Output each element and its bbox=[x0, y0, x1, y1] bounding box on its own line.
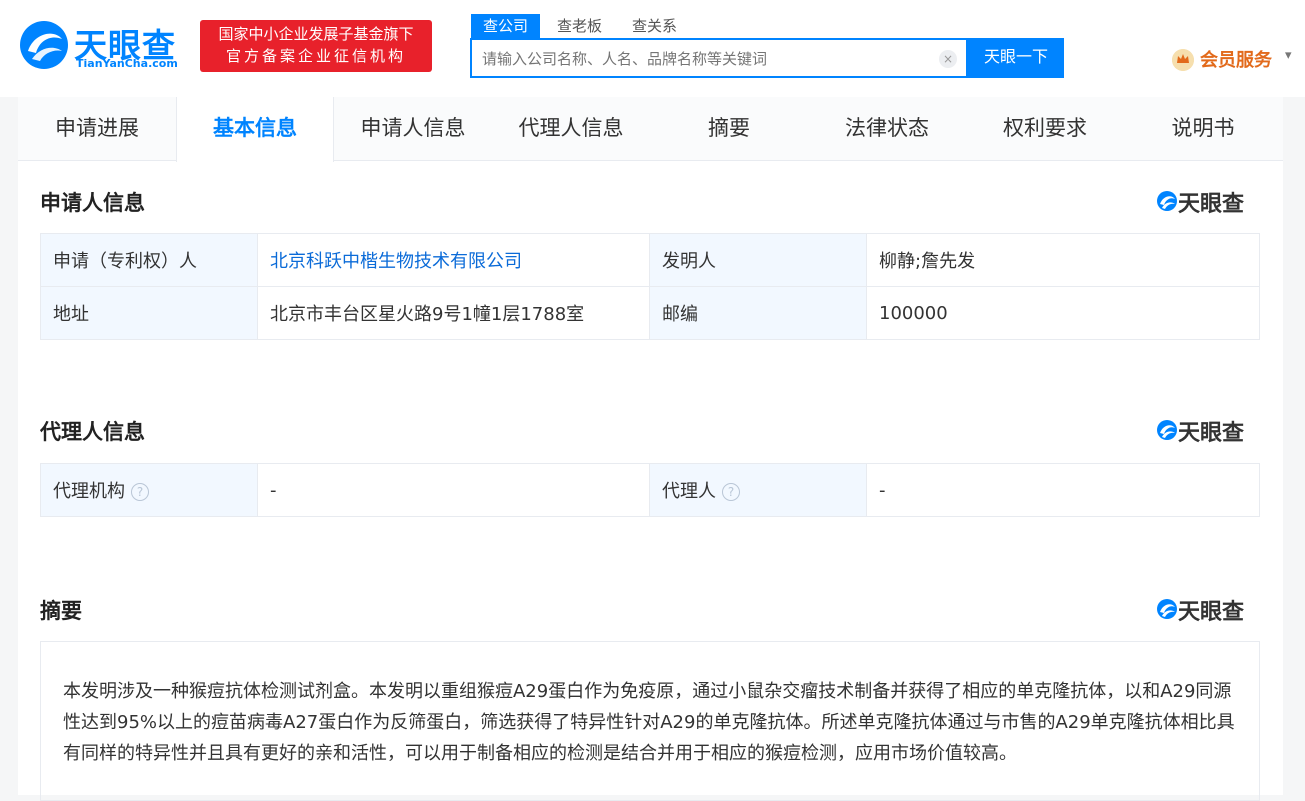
tab-application-progress[interactable]: 申请进展 bbox=[18, 97, 176, 161]
patent-detail-card: 申请进展 基本信息 申请人信息 代理人信息 摘要 法律状态 权利要求 说明书 申… bbox=[18, 97, 1283, 801]
postcode-label: 邮编 bbox=[649, 286, 867, 340]
tab-applicant-info[interactable]: 申请人信息 bbox=[334, 97, 492, 161]
search-box: × bbox=[470, 38, 968, 78]
help-icon[interactable]: ? bbox=[131, 483, 149, 501]
tianyancha-logo-icon bbox=[20, 21, 68, 69]
search-tab-relation[interactable]: 查关系 bbox=[632, 14, 677, 38]
member-service-label: 会员服务 bbox=[1200, 50, 1272, 71]
table-row: 代理机构? - 代理人? - bbox=[40, 463, 1260, 517]
search-button[interactable]: 天眼一下 bbox=[968, 38, 1064, 78]
agency-value: - bbox=[257, 463, 650, 517]
watermark-text: 天眼查 bbox=[1178, 192, 1245, 217]
inventor-label: 发明人 bbox=[649, 233, 867, 287]
applicant-table: 申请（专利权）人 北京科跃中楷生物技术有限公司 发明人 柳静;詹先发 地址 北京… bbox=[40, 233, 1260, 340]
watermark-logo: 天眼查 bbox=[1156, 416, 1258, 446]
agent-table: 代理机构? - 代理人? - bbox=[40, 463, 1260, 517]
table-row: 地址 北京市丰台区星火路9号1幢1层1788室 邮编 100000 bbox=[40, 286, 1260, 340]
clear-icon[interactable]: × bbox=[939, 50, 957, 68]
agent-label-text: 代理人 bbox=[662, 481, 716, 502]
tab-legal-status[interactable]: 法律状态 bbox=[808, 97, 966, 161]
search-tab-company[interactable]: 查公司 bbox=[471, 14, 541, 38]
tianyancha-watermark-icon bbox=[1157, 599, 1177, 619]
watermark-text: 天眼查 bbox=[1178, 421, 1245, 446]
applicant-label: 申请（专利权）人 bbox=[40, 233, 258, 287]
postcode-value: 100000 bbox=[866, 286, 1260, 340]
help-icon[interactable]: ? bbox=[722, 483, 740, 501]
logo-domain: TianYanCha.com bbox=[76, 57, 178, 70]
abstract-box: 本发明涉及一种猴痘抗体检测试剂盒。本发明以重组猴痘A29蛋白作为免疫原，通过小鼠… bbox=[40, 641, 1260, 801]
crown-icon bbox=[1172, 49, 1194, 71]
inventor-value: 柳静;詹先发 bbox=[866, 233, 1260, 287]
tianyancha-watermark-icon bbox=[1157, 191, 1177, 211]
tab-description[interactable]: 说明书 bbox=[1124, 97, 1282, 161]
watermark-text: 天眼查 bbox=[1178, 600, 1245, 625]
agency-label: 代理机构? bbox=[40, 463, 258, 517]
top-header: 天眼查 TianYanCha.com 国家中小企业发展子基金旗下 官方备案企业征… bbox=[0, 0, 1305, 97]
agent-section-title: 代理人信息 bbox=[40, 420, 145, 444]
agent-label: 代理人? bbox=[649, 463, 867, 517]
watermark-logo: 天眼查 bbox=[1156, 187, 1258, 217]
agent-value: - bbox=[866, 463, 1260, 517]
official-badge: 国家中小企业发展子基金旗下 官方备案企业征信机构 bbox=[200, 20, 432, 72]
watermark-logo: 天眼查 bbox=[1156, 595, 1258, 625]
search-tab-boss[interactable]: 查老板 bbox=[557, 14, 602, 38]
agency-label-text: 代理机构 bbox=[53, 481, 125, 502]
site-logo[interactable]: 天眼查 TianYanCha.com bbox=[18, 19, 188, 71]
tianyancha-watermark-icon bbox=[1157, 420, 1177, 440]
badge-line2: 官方备案企业征信机构 bbox=[225, 47, 406, 65]
tab-abstract[interactable]: 摘要 bbox=[650, 97, 808, 161]
table-row: 申请（专利权）人 北京科跃中楷生物技术有限公司 发明人 柳静;詹先发 bbox=[40, 233, 1260, 287]
badge-line1: 国家中小企业发展子基金旗下 bbox=[218, 25, 414, 43]
address-value: 北京市丰台区星火路9号1幢1层1788室 bbox=[257, 286, 650, 340]
abstract-section-title: 摘要 bbox=[40, 599, 82, 623]
chevron-down-icon: ▾ bbox=[1285, 48, 1292, 63]
tab-agent-info[interactable]: 代理人信息 bbox=[492, 97, 650, 161]
section-tabs: 申请进展 基本信息 申请人信息 代理人信息 摘要 法律状态 权利要求 说明书 bbox=[18, 97, 1283, 162]
applicant-company-link[interactable]: 北京科跃中楷生物技术有限公司 bbox=[257, 233, 650, 287]
abstract-text: 本发明涉及一种猴痘抗体检测试剂盒。本发明以重组猴痘A29蛋白作为免疫原，通过小鼠… bbox=[63, 681, 1235, 764]
tab-basic-info[interactable]: 基本信息 bbox=[176, 97, 334, 162]
tab-claims[interactable]: 权利要求 bbox=[966, 97, 1124, 161]
search-input[interactable] bbox=[482, 48, 922, 70]
applicant-section-title: 申请人信息 bbox=[40, 191, 145, 215]
address-label: 地址 bbox=[40, 286, 258, 340]
